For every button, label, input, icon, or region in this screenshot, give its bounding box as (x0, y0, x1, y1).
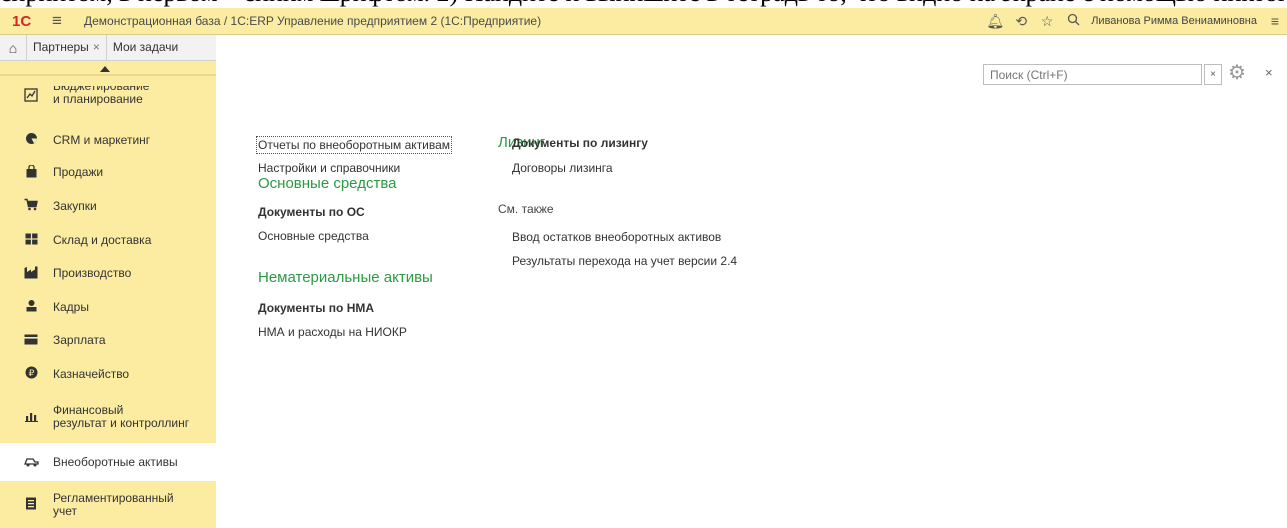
sidebar-item-label: Склад и доставка (53, 232, 152, 247)
see-also-label: См. также (498, 202, 554, 216)
link-transition-results[interactable]: Результаты перехода на учет версии 2.4 (512, 254, 737, 268)
crm-icon (22, 132, 40, 148)
sidebar-item-budgeting[interactable]: Бюджетирование и планирование (0, 77, 216, 115)
star-icon[interactable]: ☆ (1035, 13, 1059, 30)
link-fixed-asset-documents[interactable]: Документы по ОС (258, 205, 365, 219)
window-title: Демонстрационная база / 1С:ERP Управлени… (84, 14, 542, 28)
close-tab-icon[interactable]: × (93, 40, 100, 54)
link-fixed-assets[interactable]: Основные средства (258, 229, 369, 243)
sidebar-item-regulated-accounting[interactable]: Регламентированный учет (0, 481, 216, 528)
svg-text:₽: ₽ (28, 369, 34, 379)
tab-my-tasks[interactable]: Мои задачи (105, 35, 184, 60)
link-leasing-contracts[interactable]: Договоры лизинга (512, 161, 613, 175)
sidebar-item-label: учет (53, 503, 78, 518)
sidebar-item-label: Казначейство (53, 366, 130, 381)
current-user[interactable]: Ливанова Римма Вениаминовна (1091, 15, 1257, 27)
close-icon[interactable]: × (1265, 65, 1273, 80)
sidebar-item-label: результат и контроллинг (53, 416, 190, 430)
tab-bar: ⌂ Партнеры × Мои задачи (0, 35, 216, 61)
link-fixed-asset-reports[interactable]: Отчеты по внеоборотным активам (255, 136, 453, 154)
tab-partners[interactable]: Партнеры × (26, 35, 106, 60)
link-intangibles-rnd[interactable]: НМА и расходы на НИОКР (258, 325, 407, 339)
sidebar-item-fixed-assets[interactable]: Внеоборотные активы (0, 443, 216, 481)
section-title-fixed-assets: Основные средства (258, 175, 397, 192)
sidebar-item-financial-result[interactable]: Финансовый результат и контроллинг (0, 391, 216, 443)
warehouse-icon (22, 233, 40, 248)
budget-planning-icon (22, 87, 40, 105)
financial-result-icon (22, 410, 40, 425)
treasury-icon: ₽ (22, 366, 40, 382)
sidebar-divider (0, 74, 216, 76)
purchases-icon (22, 198, 40, 214)
sidebar-item-label: Продажи (53, 165, 104, 179)
sidebar-item-production[interactable]: Производство (0, 257, 216, 290)
link-label: Документы по лизингу (512, 136, 648, 150)
tab-label: Партнеры (33, 40, 89, 54)
sidebar-item-personnel[interactable]: Кадры (0, 290, 216, 324)
main-content: × ⚙ × Отчеты по внеоборотным активам Нас… (216, 35, 1287, 528)
gear-icon[interactable]: ⚙ (1228, 60, 1246, 85)
title-bar: 1С ≡ Демонстрационная база / 1С:ERP Упра… (0, 8, 1287, 35)
main-menu-icon[interactable]: ≡ (52, 11, 74, 31)
scroll-up-icon[interactable] (100, 66, 110, 72)
sidebar-item-label: Регламентированный (53, 490, 174, 505)
link-opening-balances[interactable]: Ввод остатков внеоборотных активов (512, 230, 721, 244)
link-settings-catalogs[interactable]: Настройки и справочники (258, 161, 400, 175)
sidebar-item-sales[interactable]: Продажи (0, 156, 216, 189)
personnel-icon (22, 299, 40, 315)
fixed-assets-icon (22, 455, 40, 470)
sections-panel: Бюджетирование и планирование CRM и марке… (0, 61, 216, 528)
sidebar-item-label: Закупки (53, 198, 97, 213)
sidebar-item-label: CRM и маркетинг (53, 132, 151, 147)
salary-icon (22, 333, 40, 348)
overlay-text: спринтом, в первом – синим шрифтом. 2) Н… (0, 0, 1287, 8)
sidebar-item-label: Зарплата (53, 333, 106, 347)
search-input[interactable] (983, 64, 1202, 85)
production-icon (22, 266, 40, 282)
history-icon[interactable]: ⟲ (1009, 13, 1033, 30)
sales-icon (22, 163, 40, 181)
sidebar-item-label: Кадры (53, 299, 89, 314)
sidebar-item-label: и планирование (53, 92, 143, 106)
section-title-intangible-assets: Нематериальные активы (258, 269, 433, 286)
clear-search-button[interactable]: × (1204, 64, 1222, 85)
sidebar-item-label: Внеоборотные активы (53, 454, 178, 469)
sidebar-item-warehouse[interactable]: Склад и доставка (0, 223, 216, 257)
link-leasing-documents[interactable]: Документы по лизингу (512, 136, 648, 150)
sidebar-item-salary[interactable]: Зарплата (0, 324, 216, 357)
tab-label: Мои задачи (112, 40, 179, 54)
search-icon[interactable] (1061, 13, 1085, 29)
app-logo: 1С (12, 12, 32, 30)
sidebar-item-treasury[interactable]: ₽ Казначейство (0, 357, 216, 391)
sidebar-item-crm[interactable]: CRM и маркетинг (0, 124, 216, 156)
sidebar-item-purchases[interactable]: Закупки (0, 189, 216, 223)
sidebar-item-label: Производство (53, 266, 132, 280)
regulated-accounting-icon (22, 497, 40, 513)
home-icon[interactable]: ⌂ (0, 40, 26, 56)
bell-icon[interactable]: 🔔︎ (983, 13, 1007, 30)
settings-menu-icon[interactable]: ≡ (1263, 13, 1287, 29)
link-intangible-documents[interactable]: Документы по НМА (258, 301, 374, 315)
